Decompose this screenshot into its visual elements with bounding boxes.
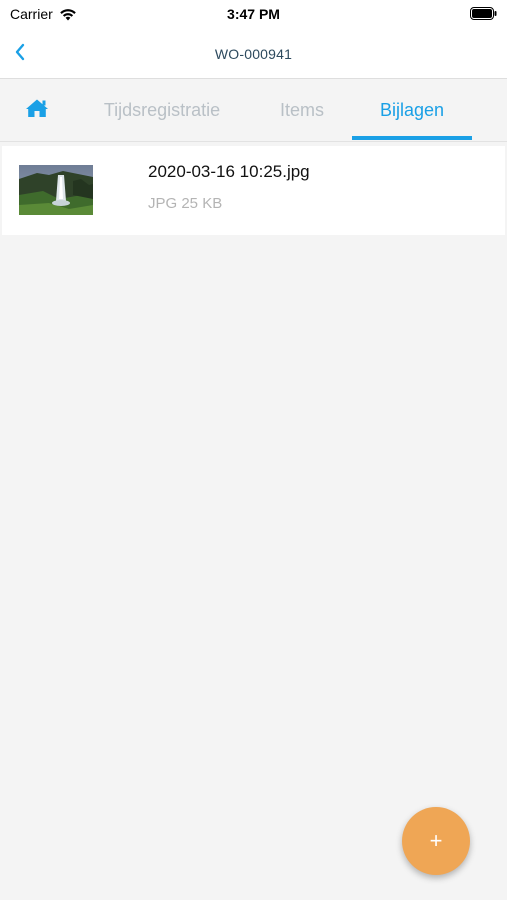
add-attachment-button[interactable]: + (402, 807, 470, 875)
plus-icon: + (429, 828, 443, 853)
tab-bijlagen[interactable]: Bijlagen (352, 79, 472, 141)
tab-home[interactable] (14, 79, 60, 141)
tab-tijdsregistratie[interactable]: Tijdsregistratie (80, 79, 244, 141)
attachment-file-meta: JPG 25 KB (148, 195, 223, 212)
status-time: 3:47 PM (227, 6, 280, 22)
attachment-list: 2020-03-16 10:25.jpg JPG 25 KB (2, 146, 505, 235)
tab-items[interactable]: Items (262, 79, 342, 141)
battery-icon (470, 7, 497, 20)
page-title: WO-000941 (214, 46, 293, 62)
home-icon (25, 98, 49, 123)
list-item[interactable]: 2020-03-16 10:25.jpg JPG 25 KB (2, 146, 505, 235)
waterfall-photo-thumbnail (19, 165, 93, 215)
status-bar: Carrier 3:47 PM (0, 0, 507, 30)
active-tab-indicator (352, 136, 472, 140)
tab-bar: Tijdsregistratie Items Bijlagen (0, 79, 507, 142)
navigation-bar: WO-000941 (0, 30, 507, 79)
attachment-file-name: 2020-03-16 10:25.jpg (148, 162, 310, 181)
